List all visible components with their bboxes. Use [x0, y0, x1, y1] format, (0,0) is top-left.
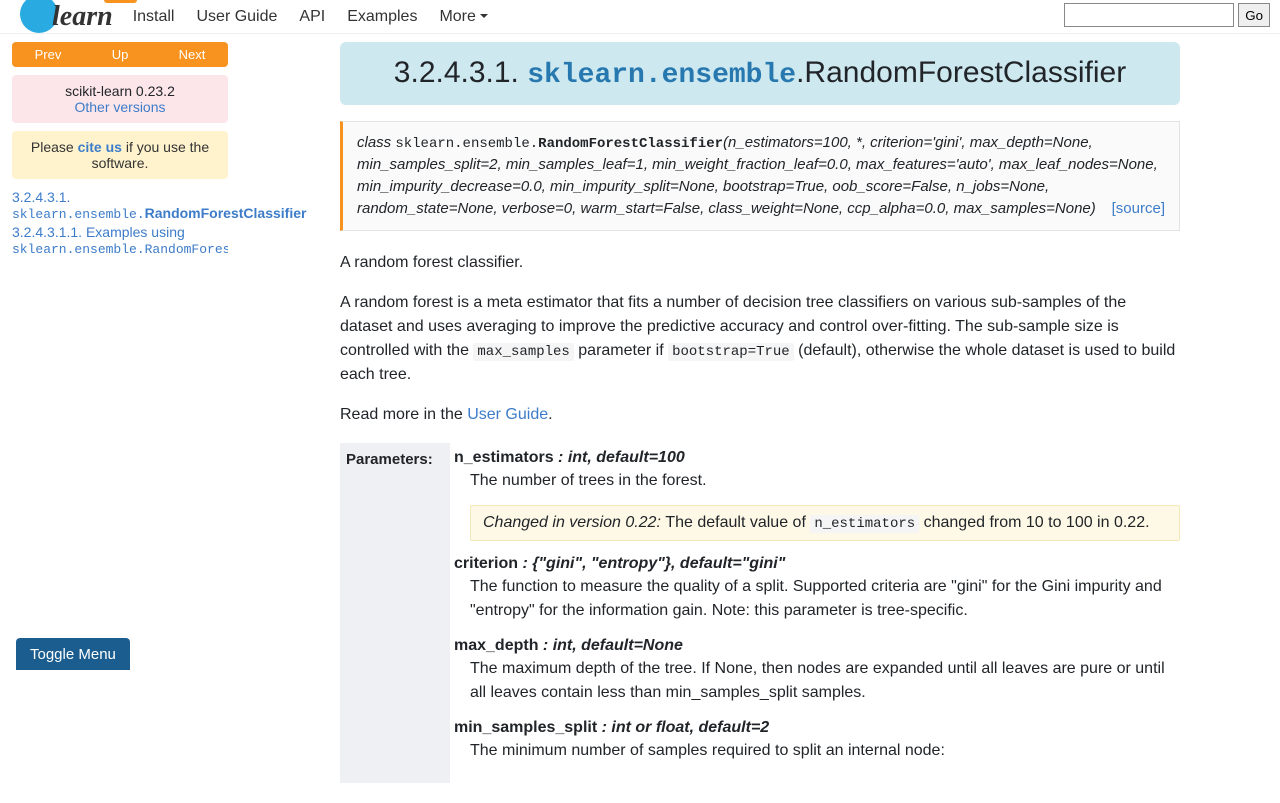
cite-box: Please cite us if you use the software.: [12, 131, 228, 179]
up-button[interactable]: Up: [84, 42, 156, 67]
nav-user-guide[interactable]: User Guide: [196, 8, 277, 26]
toggle-menu-button[interactable]: Toggle Menu: [16, 638, 130, 670]
logo[interactable]: scikit learn: [20, 1, 113, 33]
param-max-depth: max_depth : int, default=None The maximu…: [454, 637, 1180, 705]
parameters-label: Parameters:: [340, 443, 450, 783]
cite-us-link[interactable]: cite us: [78, 139, 122, 155]
toc-examples-using[interactable]: 3.2.4.3.1.1. Examples using sklearn.ense…: [12, 224, 228, 256]
parameters-section: Parameters: n_estimators : int, default=…: [340, 443, 1180, 783]
param-criterion: criterion : {"gini", "entropy"}, default…: [454, 555, 1180, 623]
search-go-button[interactable]: Go: [1238, 3, 1270, 27]
param-min-samples-split: min_samples_split : int or float, defaul…: [454, 719, 1180, 763]
description: A random forest classifier. A random for…: [340, 251, 1180, 427]
other-versions-link[interactable]: Other versions: [74, 99, 165, 115]
version-label: scikit-learn 0.23.2: [20, 83, 220, 99]
version-box: scikit-learn 0.23.2 Other versions: [12, 75, 228, 123]
top-navbar: scikit learn Install User Guide API Exam…: [0, 0, 1280, 34]
nav-api[interactable]: API: [299, 8, 325, 26]
user-guide-link[interactable]: User Guide: [467, 406, 548, 423]
side-nav: Prev Up Next: [12, 42, 228, 67]
next-button[interactable]: Next: [156, 42, 228, 67]
nav-examples[interactable]: Examples: [347, 8, 417, 26]
description-paragraph: A random forest is a meta estimator that…: [340, 291, 1180, 387]
search-box: Go: [1064, 3, 1270, 27]
nav-more-dropdown[interactable]: More: [439, 8, 487, 26]
param-n-estimators: n_estimators : int, default=100 The numb…: [454, 449, 1180, 541]
read-more: Read more in the User Guide.: [340, 403, 1180, 427]
sidebar: Prev Up Next scikit-learn 0.23.2 Other v…: [0, 34, 240, 803]
toc: 3.2.4.3.1. sklearn.ensemble.RandomForest…: [12, 189, 228, 257]
logo-text: scikit learn: [52, 1, 113, 33]
main-content: 3.2.4.3.1. sklearn.ensemble.RandomForest…: [240, 34, 1280, 803]
source-link[interactable]: [source]: [1112, 198, 1165, 220]
logo-badge: scikit: [104, 0, 137, 3]
version-changed-note: Changed in version 0.22: The default val…: [470, 505, 1180, 541]
summary-line: A random forest classifier.: [340, 251, 1180, 275]
prev-button[interactable]: Prev: [12, 42, 84, 67]
nav-links: Install User Guide API Examples More: [133, 8, 488, 26]
page-title: 3.2.4.3.1. sklearn.ensemble.RandomForest…: [340, 42, 1180, 105]
search-input[interactable]: [1064, 3, 1234, 27]
nav-install[interactable]: Install: [133, 8, 175, 26]
class-signature: class sklearn.ensemble.RandomForestClass…: [340, 121, 1180, 231]
